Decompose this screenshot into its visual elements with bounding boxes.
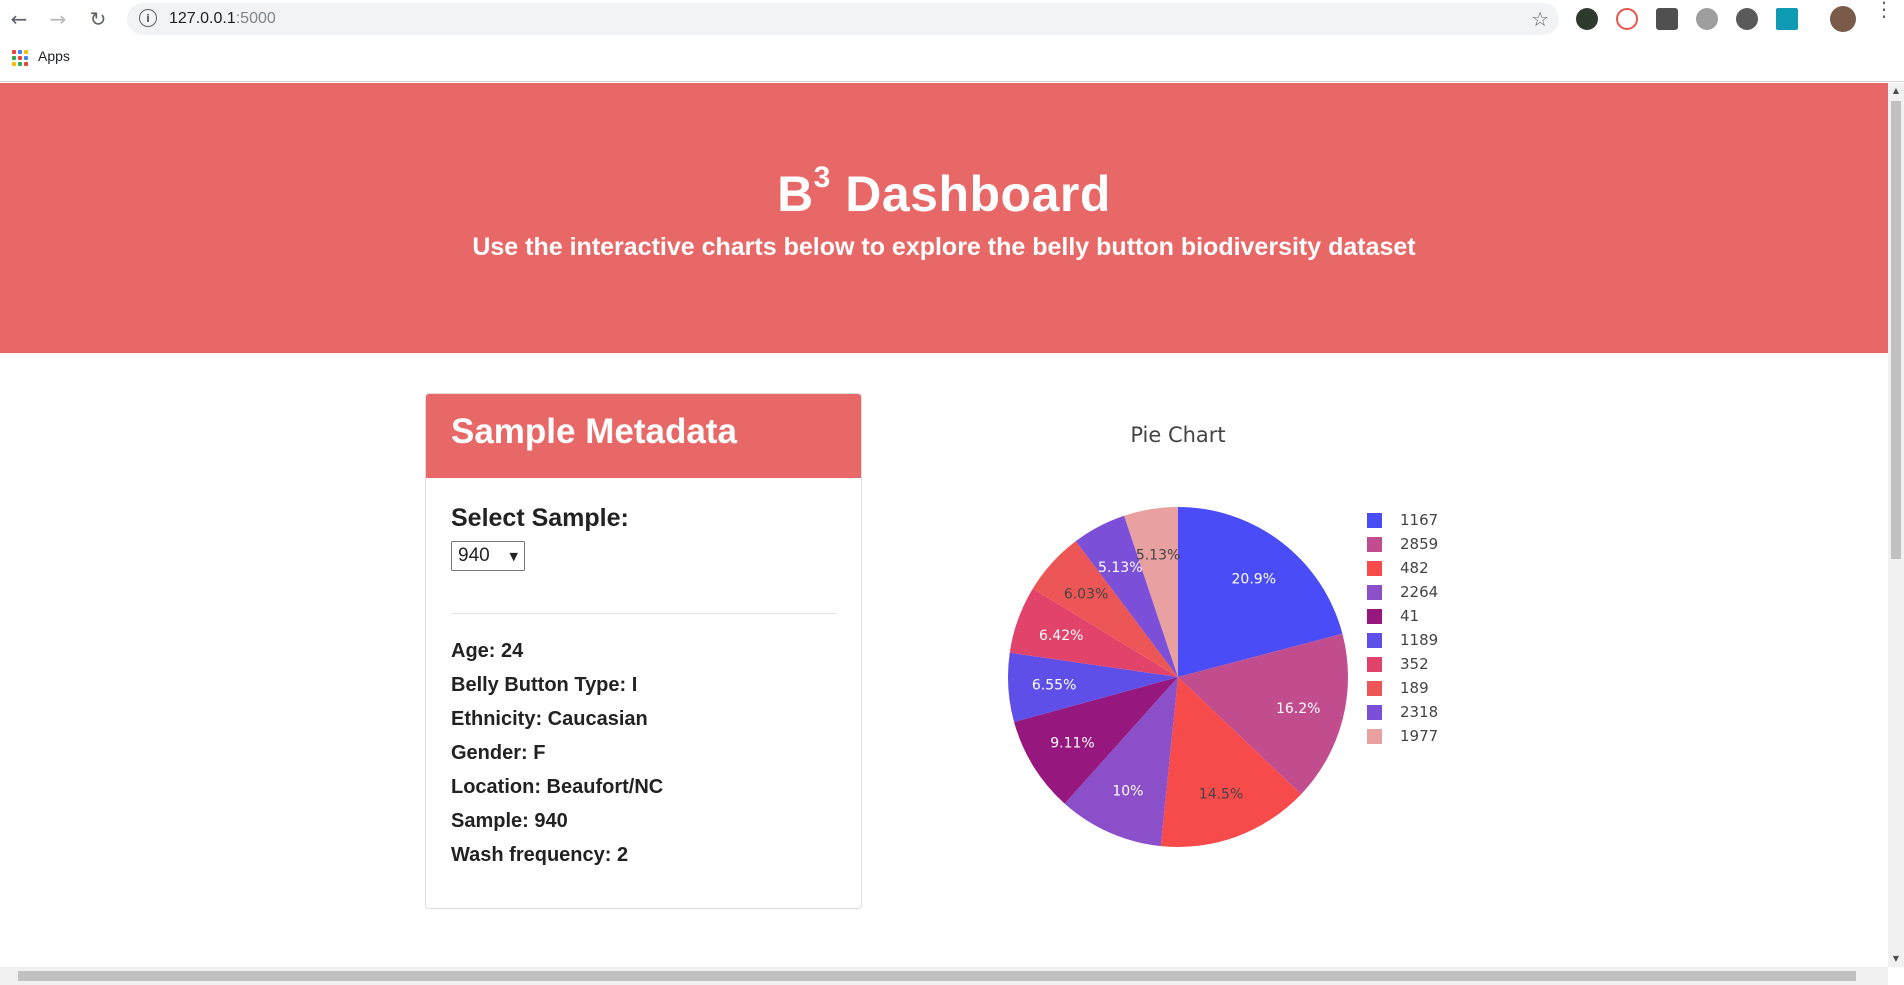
apps-grid-icon[interactable] [12, 50, 28, 66]
pie-label-1977: 5.13% [1136, 548, 1180, 564]
legend-label: 2859 [1400, 535, 1439, 553]
pie-label-189: 6.03% [1064, 587, 1108, 603]
metadata-location: Location: Beaufort/NC [451, 776, 664, 798]
legend-swatch [1367, 728, 1382, 744]
legend-swatch [1367, 632, 1382, 648]
page-viewport: B3 Dashboard Use the interactive charts … [0, 83, 1888, 967]
metadata-ethnicity: Ethnicity: Caucasian [451, 708, 648, 730]
legend-item-352[interactable]: 352 [1367, 654, 1429, 674]
reload-icon[interactable]: ↻ [85, 6, 111, 32]
metadata-panel-body: Select Sample: 940 ▼ Age: 24 Belly Butto… [426, 478, 861, 898]
pie-label-352: 6.42% [1039, 628, 1083, 644]
vertical-scrollbar[interactable]: ▲ ▼ [1888, 83, 1904, 967]
horizontal-scrollbar[interactable] [0, 967, 1888, 985]
legend-item-1189[interactable]: 1189 [1367, 630, 1438, 650]
teal-extension-icon[interactable] [1776, 8, 1798, 30]
legend-item-2859[interactable]: 2859 [1367, 534, 1438, 554]
metadata-sample: Sample: 940 [451, 810, 568, 832]
sample-select-value: 940 [458, 545, 490, 566]
legend-label: 41 [1400, 607, 1420, 625]
pie-label-1167: 20.9% [1232, 572, 1276, 588]
scroll-down-icon[interactable]: ▼ [1888, 951, 1904, 967]
metadata-panel: Sample Metadata Select Sample: 940 ▼ Age… [425, 393, 862, 909]
legend-item-41[interactable]: 41 [1367, 606, 1419, 626]
legend-swatch [1367, 680, 1382, 696]
select-sample-label: Select Sample: [451, 504, 629, 532]
legend-item-1977[interactable]: 1977 [1367, 726, 1438, 746]
page-title: B3 Dashboard [777, 161, 1111, 222]
legend-swatch [1367, 608, 1382, 624]
divider [451, 613, 836, 614]
pie-label-2264: 10% [1112, 784, 1143, 800]
pie-svg[interactable]: 20.9% 16.2% 14.5% 10% 9.11% 6.55% 6.42% 6.03% 5.… [960, 423, 1360, 883]
vertical-scroll-thumb[interactable] [1891, 101, 1901, 559]
legend-label: 352 [1400, 655, 1429, 673]
metadata-list: Age: 24 Belly Button Type: I Ethnicity: … [451, 634, 836, 872]
legend-label: 1189 [1400, 631, 1439, 649]
legend-label: 1977 [1400, 727, 1439, 745]
legend-label: 482 [1400, 559, 1429, 577]
pie-label-1189: 6.55% [1032, 678, 1076, 694]
more-menu-icon[interactable]: ⋮ [1874, 0, 1894, 19]
pie-label-482: 14.5% [1199, 786, 1243, 802]
address-bar[interactable]: i 127.0.0.1:5000 ☆ [127, 3, 1559, 35]
legend-label: 2318 [1400, 703, 1439, 721]
power-extension-icon[interactable] [1696, 8, 1718, 30]
site-info-icon[interactable]: i [139, 9, 157, 27]
page-subtitle: Use the interactive charts below to expl… [472, 233, 1416, 261]
browser-chrome: ← → ↻ i 127.0.0.1:5000 ☆ ⋮ Apps [0, 0, 1904, 82]
pie-label-2859: 16.2% [1276, 701, 1320, 717]
legend-swatch [1367, 584, 1382, 600]
eyedropper-extension-icon[interactable] [1656, 8, 1678, 30]
legend-item-189[interactable]: 189 [1367, 678, 1429, 698]
dropdown-arrow-icon: ▼ [509, 550, 518, 563]
profile-avatar[interactable] [1830, 6, 1856, 32]
pie-label-41: 9.11% [1050, 735, 1094, 751]
legend-swatch [1367, 560, 1382, 576]
legend-swatch [1367, 704, 1382, 720]
browser-toolbar: ← → ↻ i 127.0.0.1:5000 ☆ ⋮ [0, 0, 1904, 38]
legend-label: 189 [1400, 679, 1429, 697]
circle-extension-icon[interactable] [1736, 8, 1758, 30]
forward-icon[interactable]: → [45, 6, 71, 32]
pie-chart[interactable]: Pie Chart 20.9% 16.2% 14.5% 10% 9.11% 6.55% 6.… [960, 423, 1530, 943]
metadata-bbtype: Belly Button Type: I [451, 674, 638, 696]
legend-item-482[interactable]: 482 [1367, 558, 1429, 578]
legend-item-2264[interactable]: 2264 [1367, 582, 1438, 602]
legend-label: 1167 [1400, 511, 1439, 529]
legend-swatch [1367, 656, 1382, 672]
back-icon[interactable]: ← [6, 6, 32, 32]
url-text[interactable]: 127.0.0.1:5000 [169, 10, 276, 28]
hero-banner: B3 Dashboard Use the interactive charts … [0, 83, 1888, 353]
scroll-up-icon[interactable]: ▲ [1888, 83, 1904, 99]
metadata-wash-frequency: Wash frequency: 2 [451, 844, 629, 866]
metadata-age: Age: 24 [451, 640, 524, 662]
legend-item-1167[interactable]: 1167 [1367, 510, 1438, 530]
evernote-extension-icon[interactable] [1576, 8, 1598, 30]
block-extension-icon[interactable] [1616, 8, 1638, 30]
metadata-gender: Gender: F [451, 742, 546, 764]
legend-swatch [1367, 536, 1382, 552]
metadata-panel-heading: Sample Metadata [426, 394, 861, 478]
horizontal-scroll-thumb[interactable] [18, 971, 1856, 981]
legend-swatch [1367, 512, 1382, 528]
sample-select[interactable]: 940 ▼ [451, 541, 525, 571]
bookmark-star-icon[interactable]: ☆ [1531, 7, 1549, 31]
legend-label: 2264 [1400, 583, 1439, 601]
legend-item-2318[interactable]: 2318 [1367, 702, 1438, 722]
apps-bookmark[interactable]: Apps [38, 48, 70, 64]
